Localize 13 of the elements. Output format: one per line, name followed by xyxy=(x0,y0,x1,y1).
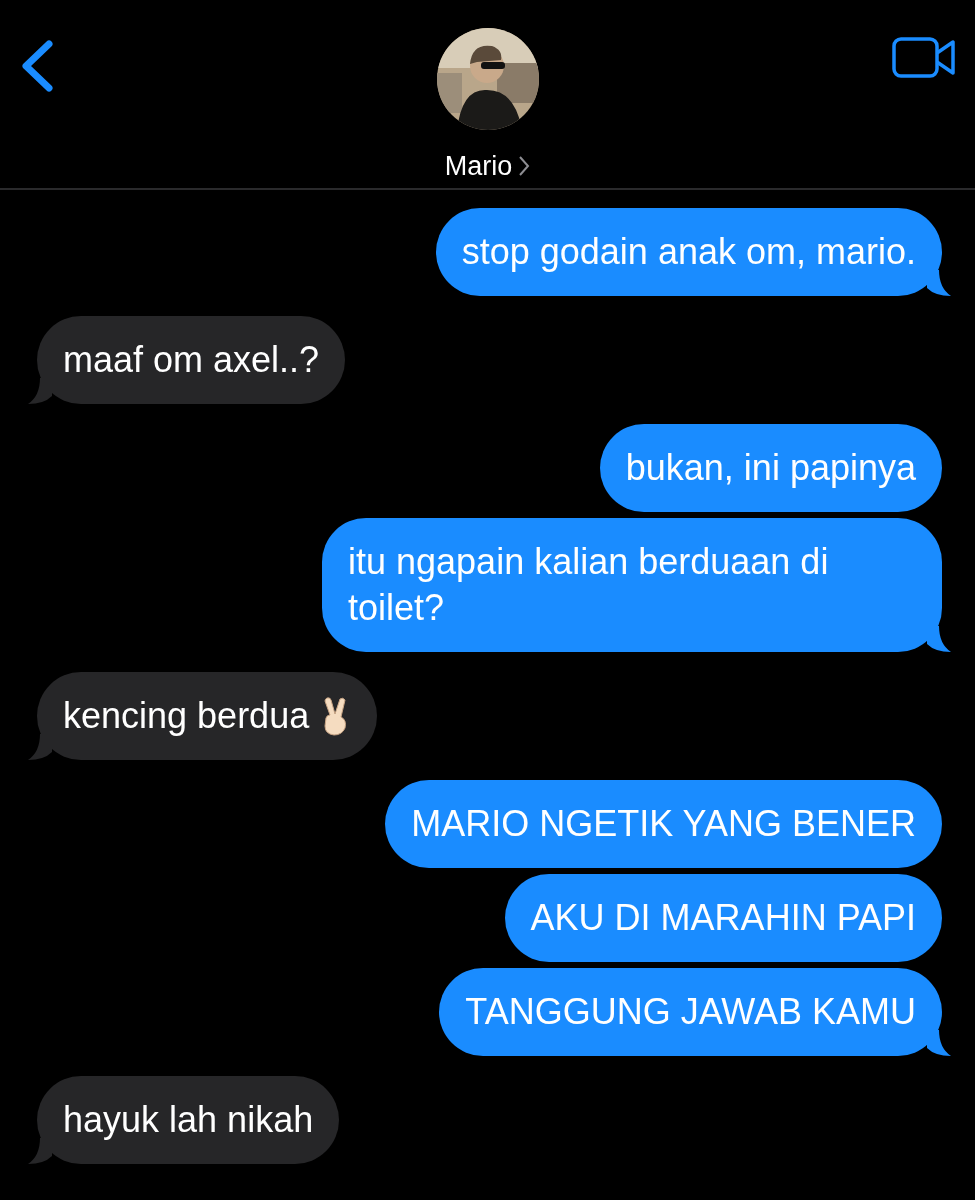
video-camera-icon[interactable] xyxy=(892,37,956,78)
message-text: itu ngapain kalian berduaan di toilet? xyxy=(348,540,830,630)
message-text: hayuk lah nikah xyxy=(63,1098,314,1142)
message-text: TANGGUNG JAWAB KAMU xyxy=(465,990,916,1034)
message-text: kencing berdua xyxy=(63,694,310,738)
message-text: bukan, ini papinya xyxy=(625,446,916,490)
contact-name[interactable]: Mario xyxy=(444,146,513,187)
message-text: MARIO NGETIK YANG BENER xyxy=(411,802,916,846)
message-text: maaf om axel..? xyxy=(63,338,320,382)
message-text: AKU DI MARAHIN PAPI xyxy=(530,896,916,940)
chevron-right-icon xyxy=(518,155,531,178)
back-icon[interactable] xyxy=(20,40,54,92)
message-text: stop godain anak om, mario. xyxy=(461,230,916,274)
